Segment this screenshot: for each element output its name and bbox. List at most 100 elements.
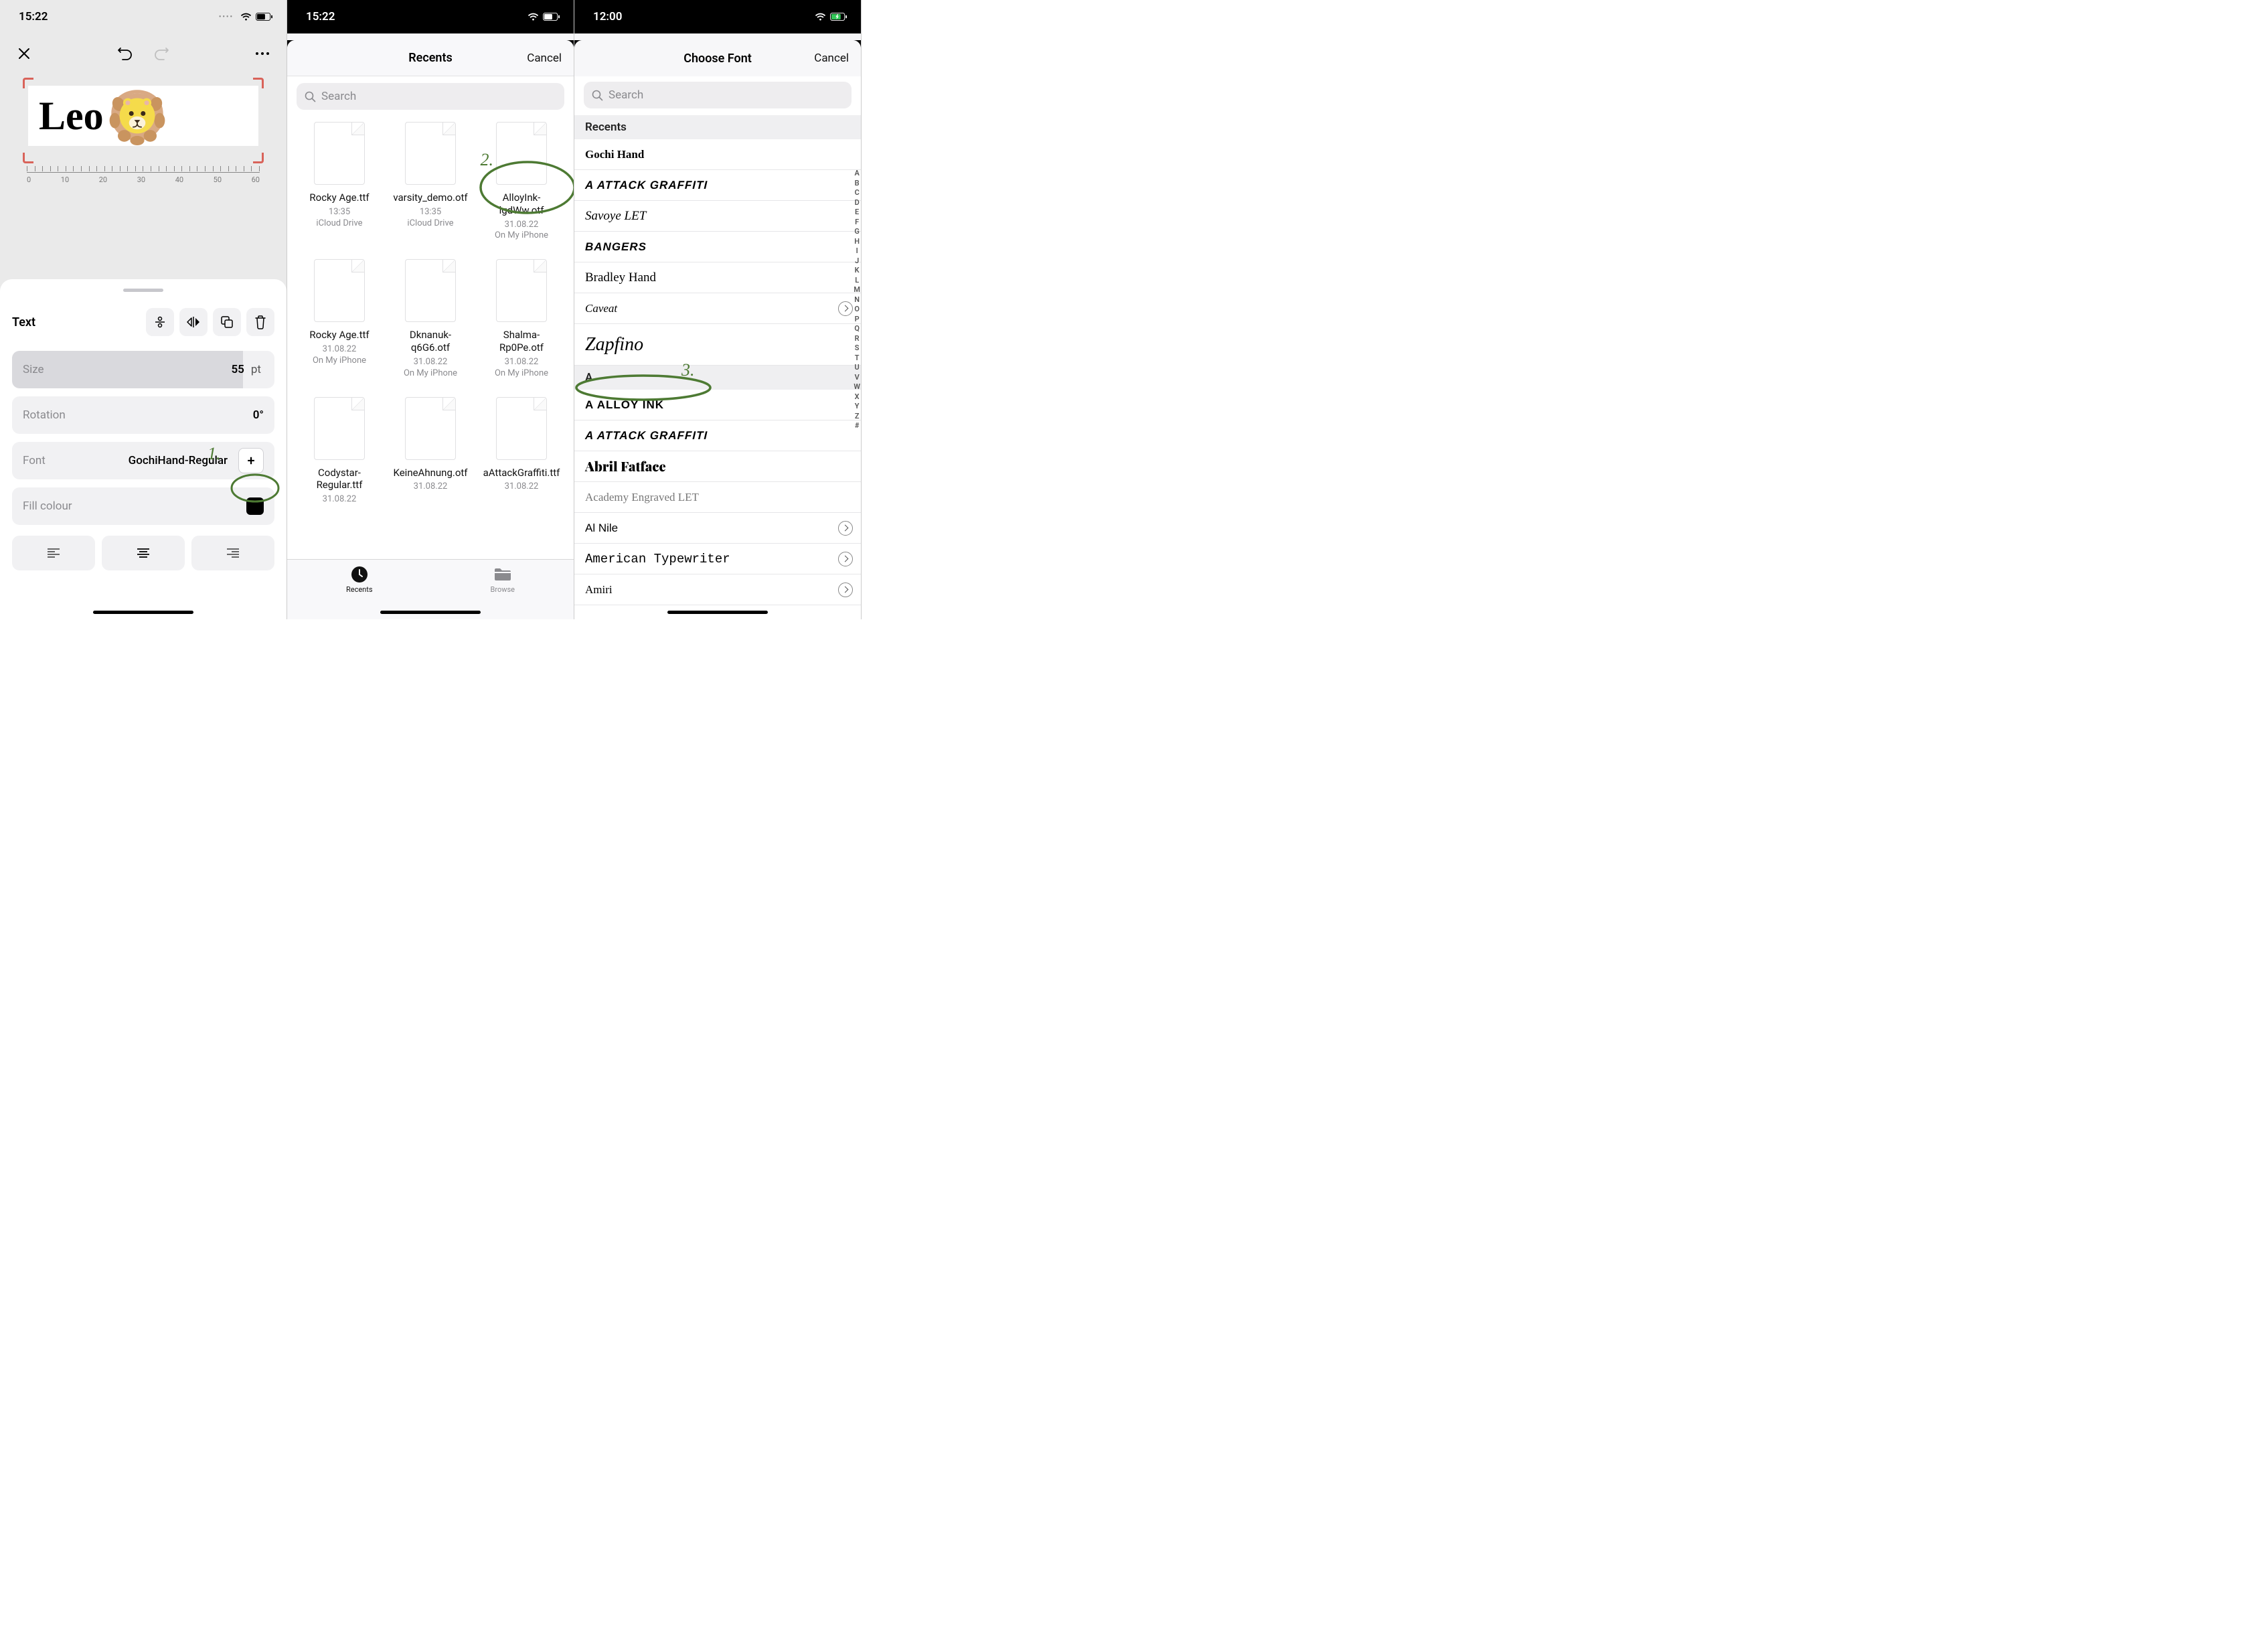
- sheet-grabber[interactable]: [123, 289, 163, 292]
- file-item[interactable]: Rocky Age.ttf 31.08.22On My iPhone: [297, 259, 382, 379]
- font-row[interactable]: Font GochiHand-Regular +: [12, 442, 274, 479]
- index-letter[interactable]: L: [855, 276, 859, 285]
- index-letter[interactable]: N: [854, 295, 860, 304]
- add-font-button[interactable]: +: [238, 448, 264, 473]
- files-navbar: Recents Cancel: [287, 40, 574, 76]
- index-letter[interactable]: I: [856, 246, 858, 255]
- font-preview-label: Bradley Hand: [585, 270, 656, 285]
- font-row[interactable]: Amiri: [574, 574, 861, 605]
- font-row[interactable]: Bradley Hand: [574, 262, 861, 293]
- font-row[interactable]: American Typewriter: [574, 544, 861, 574]
- index-letter[interactable]: B: [855, 179, 860, 187]
- file-item[interactable]: Dknanuk-q6G6.otf 31.08.22On My iPhone: [388, 259, 473, 379]
- rotation-row[interactable]: Rotation 0°: [12, 396, 274, 434]
- index-letter[interactable]: P: [855, 315, 860, 323]
- font-row[interactable]: A ATTACK GRAFFITI: [574, 420, 861, 451]
- align-left-button[interactable]: [12, 536, 95, 570]
- index-letter[interactable]: Z: [855, 412, 860, 420]
- align-vertical-button[interactable]: [146, 308, 174, 336]
- file-item[interactable]: varsity_demo.otf 13:35iCloud Drive: [388, 122, 473, 242]
- cancel-button[interactable]: Cancel: [527, 52, 562, 65]
- index-letter[interactable]: E: [855, 208, 859, 216]
- index-letter[interactable]: M: [854, 285, 860, 294]
- tab-browse[interactable]: Browse: [490, 565, 515, 594]
- duplicate-button[interactable]: [213, 308, 241, 336]
- index-letter[interactable]: V: [855, 373, 860, 382]
- delete-button[interactable]: [246, 308, 274, 336]
- more-icon[interactable]: [254, 46, 270, 62]
- index-letter[interactable]: C: [855, 188, 860, 197]
- battery-charging-icon: [830, 13, 847, 21]
- tab-recents[interactable]: Recents: [346, 565, 373, 594]
- undo-icon[interactable]: [117, 46, 133, 62]
- align-right-button[interactable]: [191, 536, 274, 570]
- index-letter[interactable]: S: [855, 343, 860, 352]
- home-indicator[interactable]: [667, 611, 768, 614]
- file-item[interactable]: Codystar-Regular.ttf 31.08.22: [297, 397, 382, 506]
- size-row[interactable]: Size 55pt: [12, 351, 274, 388]
- font-row[interactable]: Caveat: [574, 293, 861, 324]
- flip-horizontal-button[interactable]: [179, 308, 208, 336]
- sheet-title: Text: [12, 315, 35, 329]
- fill-colour-row[interactable]: Fill colour: [12, 487, 274, 525]
- font-row[interactable]: Academy Engraved LET: [574, 482, 861, 513]
- nav-title: Choose Font: [683, 52, 752, 66]
- file-item[interactable]: AlloyInk-lgdWw.otf 31.08.22On My iPhone: [479, 122, 564, 242]
- font-row[interactable]: BANGERS: [574, 232, 861, 262]
- nav-title: Recents: [408, 51, 453, 65]
- index-letter[interactable]: U: [855, 363, 860, 372]
- index-letter[interactable]: A: [854, 169, 859, 177]
- file-item[interactable]: KeineAhnung.otf 31.08.22: [388, 397, 473, 506]
- ruler: 0 10 20 30 40 50 60: [27, 166, 260, 190]
- font-row[interactable]: Savoye LET: [574, 201, 861, 232]
- selection-box[interactable]: Leo: [25, 80, 261, 161]
- index-letter[interactable]: W: [854, 382, 860, 391]
- font-preview-label: Academy Engraved LET: [585, 491, 699, 504]
- file-item[interactable]: aAttackGraffiti.ttf 31.08.22: [479, 397, 564, 506]
- redo-icon[interactable]: [153, 46, 169, 62]
- recents-font-list: Gochi HandA ATTACK GRAFFITISavoye LETBAN…: [574, 139, 861, 366]
- index-letter[interactable]: K: [855, 266, 860, 275]
- canvas-text: Leo: [39, 93, 104, 139]
- font-row[interactable]: Zapfino: [574, 324, 861, 366]
- index-letter[interactable]: Y: [855, 402, 860, 410]
- fill-swatch[interactable]: [246, 497, 264, 515]
- index-letter[interactable]: G: [854, 227, 860, 236]
- font-preview-label: A ATTACK GRAFFITI: [585, 429, 708, 443]
- font-preview-label: Al Nile: [585, 522, 618, 535]
- file-item[interactable]: Shalma-Rp0Pe.otf 31.08.22On My iPhone: [479, 259, 564, 379]
- search-input[interactable]: Search: [584, 82, 852, 108]
- search-placeholder: Search: [321, 90, 356, 103]
- file-meta: 31.08.22On My iPhone: [297, 344, 382, 367]
- font-value: GochiHand-Regular: [129, 454, 228, 467]
- text-preview[interactable]: Leo: [28, 86, 258, 146]
- index-letter[interactable]: #: [855, 421, 860, 430]
- font-row[interactable]: A ATTACK GRAFFITI: [574, 170, 861, 201]
- font-row[interactable]: Abril Fatface: [574, 451, 861, 482]
- font-row[interactable]: Gochi Hand: [574, 139, 861, 170]
- index-letter[interactable]: J: [855, 256, 859, 265]
- index-letter[interactable]: X: [855, 392, 860, 401]
- index-letter[interactable]: R: [855, 334, 860, 343]
- font-row[interactable]: Al Nile: [574, 513, 861, 544]
- file-thumb-icon: [496, 259, 547, 322]
- alphabet-index[interactable]: ABCDEFGHIJKLMNOPQRSTUVWXYZ#: [854, 169, 860, 430]
- file-item[interactable]: Rocky Age.ttf 13:35iCloud Drive: [297, 122, 382, 242]
- index-letter[interactable]: T: [855, 354, 860, 362]
- index-letter[interactable]: D: [855, 198, 860, 207]
- close-icon[interactable]: [16, 46, 32, 62]
- index-letter[interactable]: F: [855, 218, 859, 226]
- index-letter[interactable]: Q: [854, 324, 860, 333]
- align-center-button[interactable]: [102, 536, 185, 570]
- index-letter[interactable]: O: [854, 305, 860, 313]
- cancel-button[interactable]: Cancel: [814, 52, 849, 65]
- file-name: AlloyInk-lgdWw.otf: [481, 191, 562, 217]
- chevron-right-icon: [838, 582, 853, 597]
- file-name: Codystar-Regular.ttf: [299, 467, 380, 492]
- index-letter[interactable]: H: [854, 237, 860, 246]
- file-thumb-icon: [496, 122, 547, 185]
- home-indicator[interactable]: [380, 611, 481, 614]
- home-indicator[interactable]: [93, 611, 193, 614]
- search-input[interactable]: Search: [297, 83, 564, 110]
- font-row[interactable]: A ALLOY INK: [574, 390, 861, 420]
